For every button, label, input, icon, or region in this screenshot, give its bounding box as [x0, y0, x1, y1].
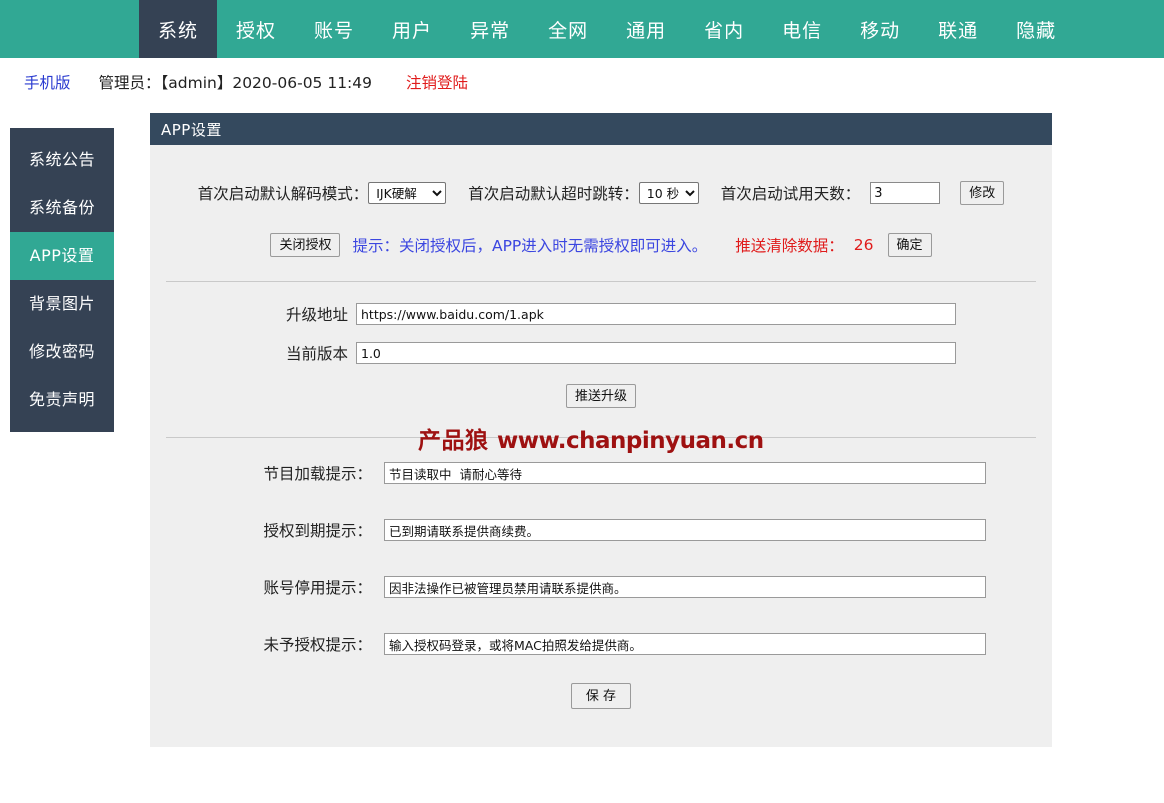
upgrade-url-row: 升级地址 — [150, 303, 1052, 325]
trial-days-input[interactable] — [870, 182, 941, 204]
nav-item-10[interactable]: 联通 — [919, 0, 997, 58]
modify-button[interactable]: 修改 — [960, 181, 1005, 205]
upgrade-url-label: 升级地址 — [285, 306, 348, 324]
decode-mode-label: 首次启动默认解码模式： — [197, 185, 369, 203]
logout-link[interactable]: 注销登陆 — [406, 71, 468, 93]
nav-item-1[interactable]: 授权 — [217, 0, 295, 58]
top-navigation-bar: 系统 授权 账号 用户 异常 全网 通用 省内 电信 移动 联通 隐藏 — [0, 0, 1164, 58]
confirm-button[interactable]: 确定 — [887, 233, 932, 257]
divider-2 — [166, 437, 1036, 438]
nav-item-11[interactable]: 隐藏 — [997, 0, 1075, 58]
nav-item-6[interactable]: 通用 — [607, 0, 685, 58]
nav-item-5[interactable]: 全网 — [529, 0, 607, 58]
startup-settings-row: 首次启动默认解码模式： IJK硬解IJK软解原生解码EXO解码 首次启动默认超时… — [150, 181, 1052, 205]
panel-body: 产品狼 www.chanpinyuan.cn 首次启动默认解码模式： IJK硬解… — [150, 181, 1052, 747]
tip-input-2[interactable] — [384, 576, 986, 598]
authorization-row: 关闭授权 提示：关闭授权后，APP进入时无需授权即可进入。 推送清除数据： 26… — [150, 233, 1052, 257]
nav-item-4[interactable]: 异常 — [451, 0, 529, 58]
tip-messages-list: 节目加载提示： 授权到期提示： 账号停用提示： 未予授权提示： — [150, 462, 1052, 655]
upgrade-url-input[interactable] — [356, 303, 956, 325]
trial-days-label: 首次启动试用天数： — [720, 185, 861, 203]
tip-row-2: 账号停用提示： — [150, 576, 1052, 598]
push-upgrade-row: 推送升级 — [150, 384, 1052, 408]
tip-label-3: 未予授权提示： — [263, 636, 372, 654]
nav-item-2[interactable]: 账号 — [295, 0, 373, 58]
user-info-bar: 手机版 管理员：【admin】2020-06-05 11:49 注销登陆 — [0, 58, 1164, 106]
nav-item-7[interactable]: 省内 — [685, 0, 763, 58]
current-version-input[interactable] — [356, 342, 956, 364]
tip-input-3[interactable] — [384, 633, 986, 655]
mobile-version-link[interactable]: 手机版 — [24, 71, 71, 93]
tip-label-1: 授权到期提示： — [263, 522, 372, 540]
tip-row-1: 授权到期提示： — [150, 519, 1052, 541]
close-authorization-button[interactable]: 关闭授权 — [270, 233, 341, 257]
tip-input-1[interactable] — [384, 519, 986, 541]
decode-mode-select[interactable]: IJK硬解IJK软解原生解码EXO解码 — [368, 182, 447, 204]
app-settings-panel: APP设置 产品狼 www.chanpinyuan.cn 首次启动默认解码模式：… — [150, 113, 1052, 747]
timeout-jump-select[interactable]: 5 秒10 秒15 秒20 秒30 秒 — [638, 182, 699, 204]
push-upgrade-button[interactable]: 推送升级 — [565, 384, 636, 408]
sidebar-item-2[interactable]: APP设置 — [10, 232, 114, 280]
current-version-row: 当前版本 — [150, 342, 1052, 364]
sidebar-menu: 系统公告 系统备份 APP设置 背景图片 修改密码 免责声明 — [10, 128, 114, 432]
sidebar-item-3[interactable]: 背景图片 — [10, 280, 114, 328]
timeout-jump-label: 首次启动默认超时跳转： — [468, 185, 639, 203]
admin-session-text: 管理员：【admin】2020-06-05 11:49 — [98, 74, 373, 92]
nav-item-8[interactable]: 电信 — [763, 0, 841, 58]
page-body: 系统公告 系统备份 APP设置 背景图片 修改密码 免责声明 APP设置 产品狼 www.… — [0, 106, 1164, 803]
divider-1 — [166, 281, 1036, 282]
panel-title: APP设置 — [150, 113, 1052, 145]
save-row: 保 存 — [150, 683, 1052, 709]
push-clear-label: 推送清除数据： — [735, 237, 844, 255]
nav-item-9[interactable]: 移动 — [841, 0, 919, 58]
nav-item-3[interactable]: 用户 — [373, 0, 451, 58]
watermark-brand: 产品狼 — [418, 428, 489, 454]
watermark: 产品狼 www.chanpinyuan.cn — [418, 421, 764, 455]
watermark-url: www.chanpinyuan.cn — [497, 428, 764, 454]
tip-row-3: 未予授权提示： — [150, 633, 1052, 655]
tip-label-0: 节目加载提示： — [263, 465, 372, 483]
current-version-label: 当前版本 — [285, 345, 348, 363]
push-clear-value: 26 — [853, 236, 874, 254]
save-button[interactable]: 保 存 — [570, 683, 632, 709]
authorization-hint-text: 提示：关闭授权后，APP进入时无需授权即可进入。 — [352, 237, 708, 255]
tip-input-0[interactable] — [384, 462, 986, 484]
tip-row-0: 节目加载提示： — [150, 462, 1052, 484]
nav-item-0[interactable]: 系统 — [139, 0, 218, 58]
sidebar-item-1[interactable]: 系统备份 — [10, 184, 114, 232]
tip-label-2: 账号停用提示： — [263, 579, 372, 597]
sidebar-item-4[interactable]: 修改密码 — [10, 328, 114, 376]
sidebar-item-0[interactable]: 系统公告 — [10, 136, 114, 184]
sidebar-item-5[interactable]: 免责声明 — [10, 376, 114, 424]
